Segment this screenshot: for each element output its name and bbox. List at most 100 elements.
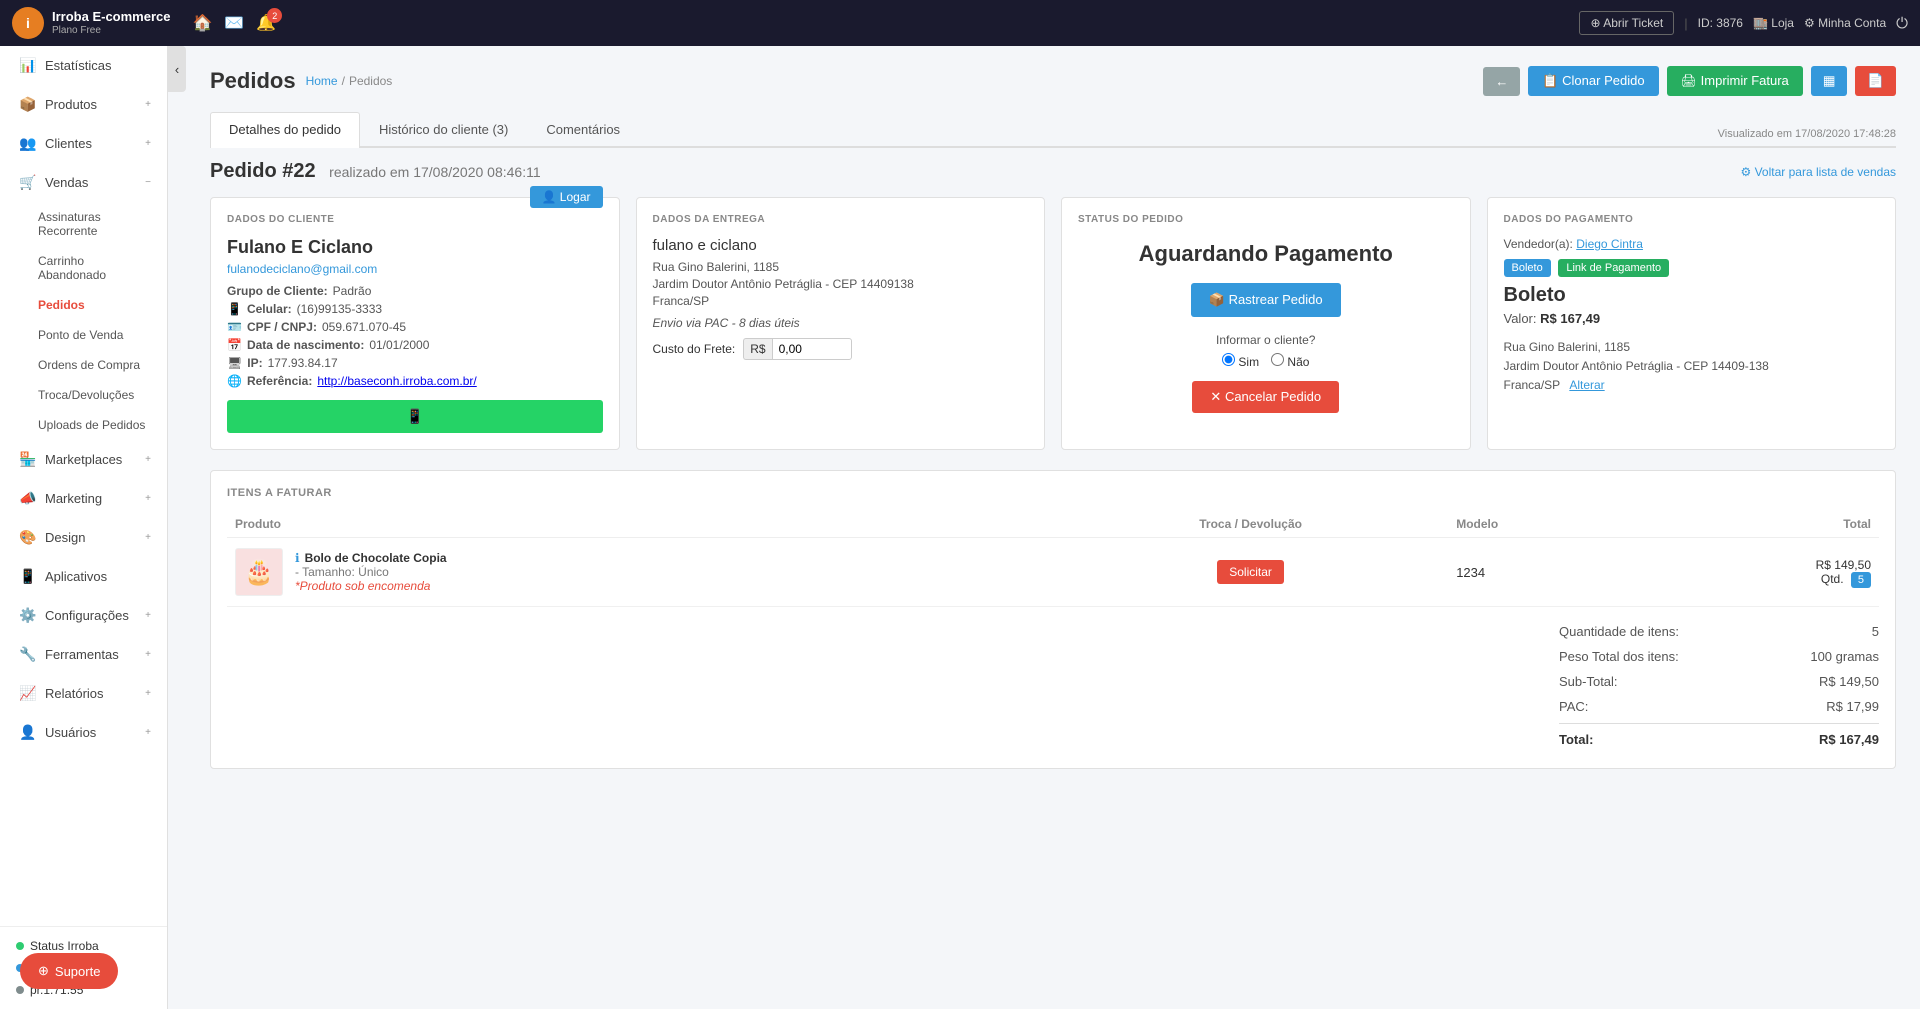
viewed-label: Visualizado em 17/08/2020 17:48:28 — [1718, 128, 1896, 146]
delivery-card-title: DADOS DA ENTREGA — [653, 214, 1029, 225]
customer-cpf: 🪪 CPF / CNPJ: 059.671.070-45 — [227, 320, 603, 334]
sidebar-item-clientes[interactable]: 👥 Clientes + — [0, 124, 167, 163]
topnav-right: ⊕ Abrir Ticket | ID: 3876 🏬 Loja ⚙ Minha… — [1579, 11, 1908, 35]
products-icon: 📦 — [19, 96, 37, 113]
customer-phone: 📱 Celular: (16)99135-3333 — [227, 302, 603, 316]
sidebar-sub-carrinho[interactable]: Carrinho Abandonado — [0, 246, 167, 290]
alterar-link[interactable]: Alterar — [1569, 378, 1604, 392]
ticket-icon: ⊕ — [1590, 16, 1600, 30]
frete-input[interactable] — [772, 338, 852, 360]
sidebar-item-aplicativos[interactable]: 📱 Aplicativos — [0, 557, 167, 596]
home-icon[interactable]: 🏠 — [193, 13, 213, 33]
sidebar-item-configuracoes[interactable]: ⚙️ Configurações + — [0, 596, 167, 635]
pdf-button[interactable]: 📄 — [1855, 66, 1896, 96]
conta-button[interactable]: ⚙ Minha Conta — [1804, 16, 1886, 30]
customer-card: DADOS DO CLIENTE 👤 Logar Fulano E Ciclan… — [210, 197, 620, 450]
power-icon[interactable]: ⏻ — [1896, 15, 1908, 32]
status-irroba-link[interactable]: Status Irroba — [16, 939, 151, 953]
main-content: Pedidos Home / Pedidos ← 📋 Clonar Pedido… — [186, 46, 1920, 1009]
delivery-card: DADOS DA ENTREGA fulano e ciclano Rua Gi… — [636, 197, 1046, 450]
sidebar-item-marketing[interactable]: 📣 Marketing + — [0, 479, 167, 518]
radio-row: Sim Não — [1078, 353, 1454, 369]
col-produto: Produto — [227, 511, 1053, 538]
payment-badges: Boleto Link de Pagamento — [1504, 259, 1880, 274]
payment-addr2: Jardim Doutor Antônio Petráglia - CEP 14… — [1504, 357, 1880, 376]
sidebar-item-design[interactable]: 🎨 Design + — [0, 518, 167, 557]
sidebar-sub-assinaturas[interactable]: Assinaturas Recorrente — [0, 202, 167, 246]
customer-ref: 🌐 Referência: http://baseconh.irroba.com… — [227, 374, 603, 388]
back-button[interactable]: ← — [1483, 67, 1520, 96]
radio-nao[interactable] — [1271, 353, 1284, 366]
marketplaces-icon: 🏪 — [19, 451, 37, 468]
sidebar-item-marketplaces[interactable]: 🏪 Marketplaces + — [0, 440, 167, 479]
delivery-name: fulano e ciclano — [653, 237, 1029, 254]
summary-subtotal: Sub-Total: R$ 149,50 — [1559, 669, 1879, 694]
col-total: Total — [1641, 511, 1879, 538]
vendor-link[interactable]: Diego Cintra — [1576, 237, 1643, 251]
chevron-right-icon: + — [145, 532, 151, 543]
status-card: STATUS DO PEDIDO Aguardando Pagamento 📦 … — [1061, 197, 1471, 450]
sidebar-item-estatisticas[interactable]: 📊 Estatísticas — [0, 46, 167, 85]
ticket-button[interactable]: ⊕ Abrir Ticket — [1579, 11, 1674, 35]
breadcrumb-sep: / — [342, 74, 345, 88]
grid-button[interactable]: ▦ — [1811, 66, 1848, 96]
brand: i Irroba E-commerce Plano Free — [12, 7, 171, 39]
sidebar-item-usuarios[interactable]: 👤 Usuários + — [0, 713, 167, 752]
sidebar-sub-uploads[interactable]: Uploads de Pedidos — [0, 410, 167, 440]
order-heading: Pedido #22 realizado em 17/08/2020 08:46… — [210, 160, 541, 183]
cancelar-button[interactable]: ✕ Cancelar Pedido — [1192, 381, 1339, 413]
payment-card: DADOS DO PAGAMENTO Vendedor(a): Diego Ci… — [1487, 197, 1897, 450]
item-total-cell: R$ 149,50 Qtd. 5 — [1641, 538, 1879, 607]
qty-badge: 5 — [1851, 572, 1871, 588]
sidebar-sub-ordens[interactable]: Ordens de Compra — [0, 350, 167, 380]
sidebar-item-produtos[interactable]: 📦 Produtos + — [0, 85, 167, 124]
sidebar-item-vendas[interactable]: 🛒 Vendas − — [0, 163, 167, 202]
clone-button[interactable]: 📋 Clonar Pedido — [1528, 66, 1658, 96]
radio-sim[interactable] — [1222, 353, 1235, 366]
user-icon: 👤 — [542, 190, 560, 204]
logar-button[interactable]: 👤 Logar — [530, 186, 603, 208]
mail-icon[interactable]: ✉️ — [224, 13, 244, 33]
voltar-link[interactable]: ⚙ Voltar para lista de vendas — [1740, 165, 1896, 179]
clients-icon: 👥 — [19, 135, 37, 152]
sidebar-toggle[interactable]: ‹ — [168, 46, 186, 92]
page-actions: ← 📋 Clonar Pedido 🖨 Imprimir Fatura ▦ 📄 — [1483, 66, 1896, 96]
breadcrumb: Home / Pedidos — [306, 74, 393, 88]
items-section: ITENS A FATURAR Produto Troca / Devoluçã… — [210, 470, 1896, 769]
order-date: realizado em 17/08/2020 08:46:11 — [329, 164, 540, 180]
breadcrumb-home[interactable]: Home — [306, 74, 338, 88]
notification-icon[interactable]: 🔔 2 — [256, 13, 276, 33]
users-icon: 👤 — [19, 724, 37, 741]
chevron-right-icon: + — [145, 99, 151, 110]
chevron-right-icon: + — [145, 649, 151, 660]
payment-vendor: Vendedor(a): Diego Cintra — [1504, 237, 1880, 251]
sidebar-sub-pontovenda[interactable]: Ponto de Venda — [0, 320, 167, 350]
radio-nao-label[interactable]: Não — [1271, 353, 1309, 369]
print-button[interactable]: 🖨 Imprimir Fatura — [1667, 66, 1803, 96]
customer-ref-link[interactable]: http://baseconh.irroba.com.br/ — [317, 374, 476, 388]
sidebar-item-relatorios[interactable]: 📈 Relatórios + — [0, 674, 167, 713]
loja-button[interactable]: 🏬 Loja — [1753, 16, 1794, 30]
rastrear-button[interactable]: 📦 Rastrear Pedido — [1191, 283, 1341, 317]
ip-icon: 🖥 — [227, 356, 242, 370]
customer-ip: 🖥 IP: 177.93.84.17 — [227, 356, 603, 370]
sidebar-sub-pedidos[interactable]: Pedidos — [0, 290, 167, 320]
delivery-addr2: Jardim Doutor Antônio Petráglia - CEP 14… — [653, 277, 1029, 291]
sidebar-sub-troca[interactable]: Troca/Devoluções — [0, 380, 167, 410]
store-icon: 🏬 — [1753, 16, 1768, 30]
tab-historico[interactable]: Histórico do cliente (3) — [360, 112, 527, 146]
boleto-badge: Boleto — [1504, 259, 1551, 277]
link-pagamento-badge: Link de Pagamento — [1558, 259, 1669, 277]
item-product-cell: 🎂 ℹ Bolo de Chocolate Copia - Tamanho: Ú… — [227, 538, 1053, 607]
customer-group: Grupo de Cliente: Padrão — [227, 284, 603, 298]
sidebar-item-ferramentas[interactable]: 🔧 Ferramentas + — [0, 635, 167, 674]
tab-detalhes[interactable]: Detalhes do pedido — [210, 112, 360, 148]
separator: | — [1684, 16, 1687, 31]
radio-sim-label[interactable]: Sim — [1222, 353, 1259, 369]
truck-icon: 📦 — [1209, 292, 1229, 307]
solicitar-button[interactable]: Solicitar — [1217, 560, 1284, 584]
whatsapp-button[interactable]: 📱 — [227, 400, 603, 433]
payment-city: Franca/SP Alterar — [1504, 376, 1880, 395]
tab-comentarios[interactable]: Comentários — [527, 112, 639, 146]
page-header: Pedidos Home / Pedidos ← 📋 Clonar Pedido… — [210, 66, 1896, 96]
